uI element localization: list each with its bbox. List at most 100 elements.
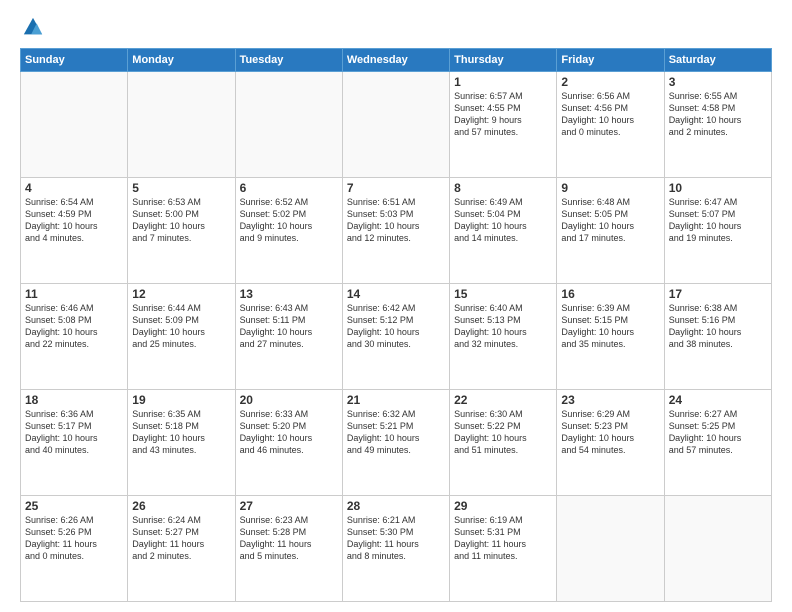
- day-info: Sunrise: 6:38 AM Sunset: 5:16 PM Dayligh…: [669, 302, 767, 351]
- day-number: 22: [454, 393, 552, 407]
- calendar-cell: 2Sunrise: 6:56 AM Sunset: 4:56 PM Daylig…: [557, 72, 664, 178]
- day-info: Sunrise: 6:46 AM Sunset: 5:08 PM Dayligh…: [25, 302, 123, 351]
- calendar-week-row-4: 18Sunrise: 6:36 AM Sunset: 5:17 PM Dayli…: [21, 390, 772, 496]
- day-info: Sunrise: 6:21 AM Sunset: 5:30 PM Dayligh…: [347, 514, 445, 563]
- calendar-cell: [21, 72, 128, 178]
- calendar-week-row-1: 1Sunrise: 6:57 AM Sunset: 4:55 PM Daylig…: [21, 72, 772, 178]
- day-info: Sunrise: 6:48 AM Sunset: 5:05 PM Dayligh…: [561, 196, 659, 245]
- day-number: 29: [454, 499, 552, 513]
- day-info: Sunrise: 6:40 AM Sunset: 5:13 PM Dayligh…: [454, 302, 552, 351]
- day-number: 27: [240, 499, 338, 513]
- weekday-header-row: SundayMondayTuesdayWednesdayThursdayFrid…: [21, 49, 772, 72]
- weekday-header-saturday: Saturday: [664, 49, 771, 72]
- day-number: 6: [240, 181, 338, 195]
- day-number: 18: [25, 393, 123, 407]
- calendar-cell: 23Sunrise: 6:29 AM Sunset: 5:23 PM Dayli…: [557, 390, 664, 496]
- calendar-cell: 12Sunrise: 6:44 AM Sunset: 5:09 PM Dayli…: [128, 284, 235, 390]
- day-info: Sunrise: 6:54 AM Sunset: 4:59 PM Dayligh…: [25, 196, 123, 245]
- day-number: 11: [25, 287, 123, 301]
- calendar-cell: 26Sunrise: 6:24 AM Sunset: 5:27 PM Dayli…: [128, 496, 235, 602]
- calendar-cell: 7Sunrise: 6:51 AM Sunset: 5:03 PM Daylig…: [342, 178, 449, 284]
- calendar-cell: [342, 72, 449, 178]
- day-info: Sunrise: 6:53 AM Sunset: 5:00 PM Dayligh…: [132, 196, 230, 245]
- day-info: Sunrise: 6:19 AM Sunset: 5:31 PM Dayligh…: [454, 514, 552, 563]
- day-number: 5: [132, 181, 230, 195]
- calendar-cell: 6Sunrise: 6:52 AM Sunset: 5:02 PM Daylig…: [235, 178, 342, 284]
- calendar-cell: 11Sunrise: 6:46 AM Sunset: 5:08 PM Dayli…: [21, 284, 128, 390]
- day-info: Sunrise: 6:26 AM Sunset: 5:26 PM Dayligh…: [25, 514, 123, 563]
- day-info: Sunrise: 6:42 AM Sunset: 5:12 PM Dayligh…: [347, 302, 445, 351]
- calendar-cell: 20Sunrise: 6:33 AM Sunset: 5:20 PM Dayli…: [235, 390, 342, 496]
- day-info: Sunrise: 6:35 AM Sunset: 5:18 PM Dayligh…: [132, 408, 230, 457]
- calendar-cell: [557, 496, 664, 602]
- calendar-cell: [664, 496, 771, 602]
- calendar-cell: 21Sunrise: 6:32 AM Sunset: 5:21 PM Dayli…: [342, 390, 449, 496]
- calendar-cell: 18Sunrise: 6:36 AM Sunset: 5:17 PM Dayli…: [21, 390, 128, 496]
- page: SundayMondayTuesdayWednesdayThursdayFrid…: [0, 0, 792, 612]
- calendar-table: SundayMondayTuesdayWednesdayThursdayFrid…: [20, 48, 772, 602]
- calendar-cell: 25Sunrise: 6:26 AM Sunset: 5:26 PM Dayli…: [21, 496, 128, 602]
- day-number: 2: [561, 75, 659, 89]
- day-number: 12: [132, 287, 230, 301]
- day-number: 19: [132, 393, 230, 407]
- calendar-cell: 10Sunrise: 6:47 AM Sunset: 5:07 PM Dayli…: [664, 178, 771, 284]
- calendar-cell: 22Sunrise: 6:30 AM Sunset: 5:22 PM Dayli…: [450, 390, 557, 496]
- calendar-cell: [235, 72, 342, 178]
- day-info: Sunrise: 6:36 AM Sunset: 5:17 PM Dayligh…: [25, 408, 123, 457]
- calendar-cell: 9Sunrise: 6:48 AM Sunset: 5:05 PM Daylig…: [557, 178, 664, 284]
- logo: [20, 16, 44, 38]
- calendar-week-row-3: 11Sunrise: 6:46 AM Sunset: 5:08 PM Dayli…: [21, 284, 772, 390]
- day-number: 1: [454, 75, 552, 89]
- day-info: Sunrise: 6:24 AM Sunset: 5:27 PM Dayligh…: [132, 514, 230, 563]
- day-number: 25: [25, 499, 123, 513]
- calendar-cell: 15Sunrise: 6:40 AM Sunset: 5:13 PM Dayli…: [450, 284, 557, 390]
- logo-icon: [22, 16, 44, 38]
- weekday-header-thursday: Thursday: [450, 49, 557, 72]
- day-info: Sunrise: 6:33 AM Sunset: 5:20 PM Dayligh…: [240, 408, 338, 457]
- day-number: 7: [347, 181, 445, 195]
- day-number: 4: [25, 181, 123, 195]
- day-info: Sunrise: 6:27 AM Sunset: 5:25 PM Dayligh…: [669, 408, 767, 457]
- day-number: 8: [454, 181, 552, 195]
- calendar-week-row-5: 25Sunrise: 6:26 AM Sunset: 5:26 PM Dayli…: [21, 496, 772, 602]
- day-number: 10: [669, 181, 767, 195]
- day-number: 20: [240, 393, 338, 407]
- day-number: 13: [240, 287, 338, 301]
- day-number: 24: [669, 393, 767, 407]
- day-number: 15: [454, 287, 552, 301]
- day-number: 28: [347, 499, 445, 513]
- day-number: 3: [669, 75, 767, 89]
- calendar-cell: 13Sunrise: 6:43 AM Sunset: 5:11 PM Dayli…: [235, 284, 342, 390]
- day-info: Sunrise: 6:43 AM Sunset: 5:11 PM Dayligh…: [240, 302, 338, 351]
- day-number: 16: [561, 287, 659, 301]
- day-info: Sunrise: 6:29 AM Sunset: 5:23 PM Dayligh…: [561, 408, 659, 457]
- day-info: Sunrise: 6:39 AM Sunset: 5:15 PM Dayligh…: [561, 302, 659, 351]
- day-info: Sunrise: 6:23 AM Sunset: 5:28 PM Dayligh…: [240, 514, 338, 563]
- weekday-header-tuesday: Tuesday: [235, 49, 342, 72]
- day-info: Sunrise: 6:32 AM Sunset: 5:21 PM Dayligh…: [347, 408, 445, 457]
- day-number: 23: [561, 393, 659, 407]
- calendar-cell: 1Sunrise: 6:57 AM Sunset: 4:55 PM Daylig…: [450, 72, 557, 178]
- calendar-cell: [128, 72, 235, 178]
- day-info: Sunrise: 6:44 AM Sunset: 5:09 PM Dayligh…: [132, 302, 230, 351]
- weekday-header-wednesday: Wednesday: [342, 49, 449, 72]
- calendar-cell: 5Sunrise: 6:53 AM Sunset: 5:00 PM Daylig…: [128, 178, 235, 284]
- day-number: 21: [347, 393, 445, 407]
- day-number: 14: [347, 287, 445, 301]
- calendar-cell: 16Sunrise: 6:39 AM Sunset: 5:15 PM Dayli…: [557, 284, 664, 390]
- day-info: Sunrise: 6:52 AM Sunset: 5:02 PM Dayligh…: [240, 196, 338, 245]
- calendar-cell: 14Sunrise: 6:42 AM Sunset: 5:12 PM Dayli…: [342, 284, 449, 390]
- day-info: Sunrise: 6:30 AM Sunset: 5:22 PM Dayligh…: [454, 408, 552, 457]
- day-info: Sunrise: 6:47 AM Sunset: 5:07 PM Dayligh…: [669, 196, 767, 245]
- header: [20, 16, 772, 38]
- calendar-cell: 19Sunrise: 6:35 AM Sunset: 5:18 PM Dayli…: [128, 390, 235, 496]
- day-info: Sunrise: 6:56 AM Sunset: 4:56 PM Dayligh…: [561, 90, 659, 139]
- day-info: Sunrise: 6:51 AM Sunset: 5:03 PM Dayligh…: [347, 196, 445, 245]
- calendar-cell: 17Sunrise: 6:38 AM Sunset: 5:16 PM Dayli…: [664, 284, 771, 390]
- day-number: 17: [669, 287, 767, 301]
- calendar-cell: 24Sunrise: 6:27 AM Sunset: 5:25 PM Dayli…: [664, 390, 771, 496]
- weekday-header-friday: Friday: [557, 49, 664, 72]
- calendar-cell: 29Sunrise: 6:19 AM Sunset: 5:31 PM Dayli…: [450, 496, 557, 602]
- calendar-cell: 4Sunrise: 6:54 AM Sunset: 4:59 PM Daylig…: [21, 178, 128, 284]
- calendar-week-row-2: 4Sunrise: 6:54 AM Sunset: 4:59 PM Daylig…: [21, 178, 772, 284]
